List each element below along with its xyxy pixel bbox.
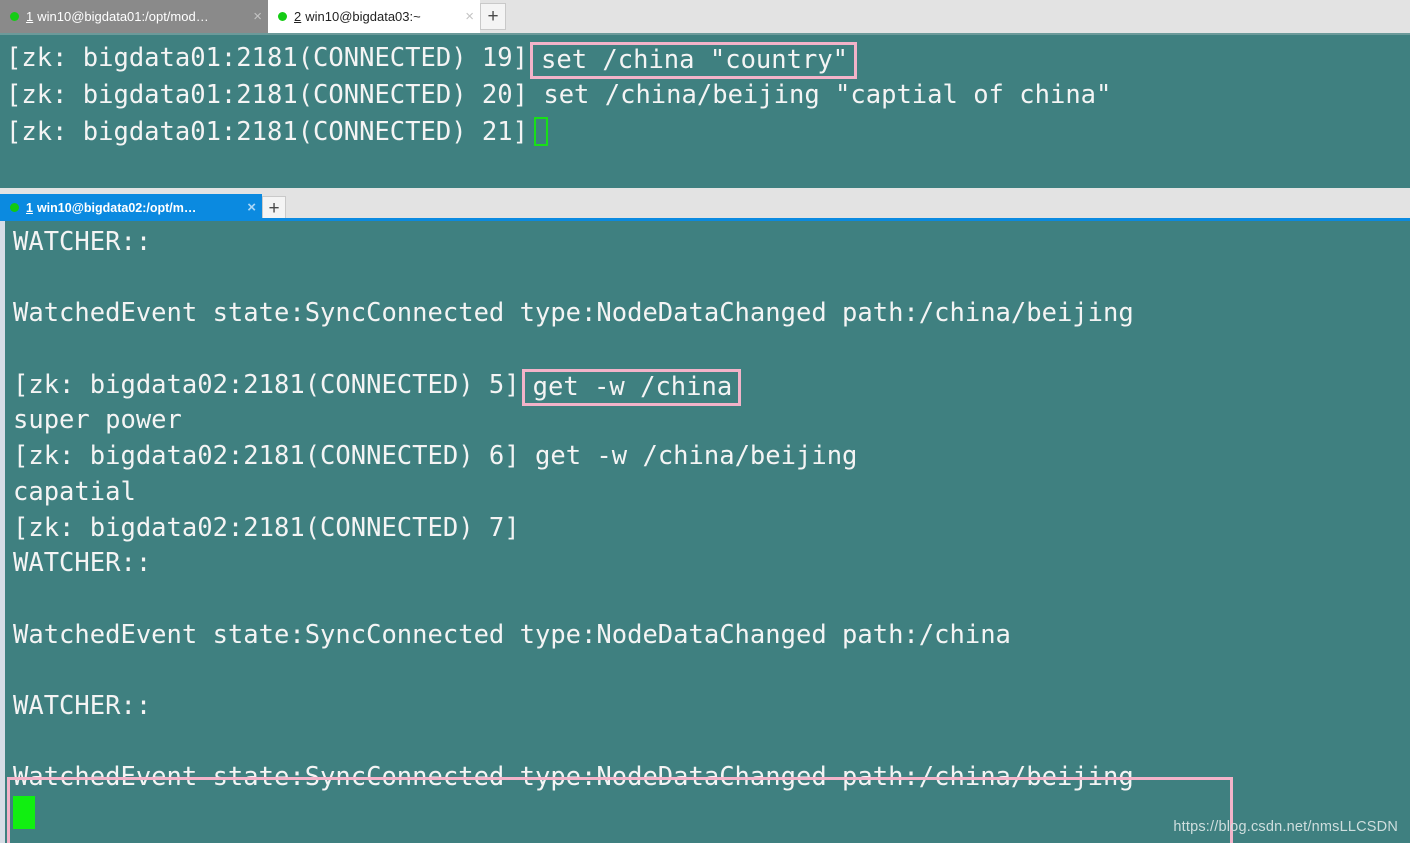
tab-status-dot-icon	[10, 12, 19, 21]
tab-status-dot-icon	[10, 203, 19, 212]
close-icon[interactable]: ×	[247, 200, 256, 215]
terminal-line: WatchedEvent state:SyncConnected type:No…	[13, 296, 1410, 332]
highlighted-command: set /china "country"	[529, 42, 858, 79]
new-tab-button[interactable]: +	[262, 196, 286, 220]
close-icon[interactable]: ×	[465, 9, 474, 24]
terminal-pane-bigdata01[interactable]: [zk: bigdata01:2181(CONNECTED) 19] set /c…	[0, 33, 1410, 188]
terminal-line: [zk: bigdata02:2181(CONNECTED) 5] get -w …	[13, 368, 1410, 406]
terminal-cursor	[13, 796, 35, 829]
watched-event-text: WatchedEvent state:SyncConnected type:No…	[13, 298, 1134, 329]
zk-prompt: [zk: bigdata02:2181(CONNECTED) 7]	[13, 512, 520, 543]
terminal-line: WATCHER::	[13, 225, 1410, 261]
tab-status-dot-icon	[278, 12, 287, 21]
tab-win10-bigdata01[interactable]: 1 win10@bigdata01:/opt/mod… ×	[0, 0, 268, 33]
tab-win10-bigdata02[interactable]: 1 win10@bigdata02:/opt/m… ×	[0, 194, 262, 221]
terminal-line: WATCHER::	[13, 689, 1410, 725]
highlighted-command: get -w /china	[521, 368, 742, 406]
tab-strip-filler	[286, 194, 1410, 221]
command-text: set /china/beijing "captial of china"	[543, 80, 1112, 110]
terminal-pane-bigdata02[interactable]: WATCHER:: WatchedEvent state:SyncConnect…	[0, 221, 1410, 843]
terminal-line: [zk: bigdata02:2181(CONNECTED) 7]	[13, 511, 1410, 547]
new-tab-button[interactable]: +	[480, 3, 506, 30]
watcher-label: WATCHER::	[13, 690, 152, 721]
zk-prompt: [zk: bigdata01:2181(CONNECTED) 20]	[6, 80, 528, 110]
bottom-tab-strip: 1 win10@bigdata02:/opt/m… × +	[0, 194, 1410, 221]
command-output: capatial	[13, 476, 136, 507]
terminal-line: [zk: bigdata01:2181(CONNECTED) 21]	[6, 114, 1410, 151]
zk-prompt: [zk: bigdata02:2181(CONNECTED) 6]	[13, 441, 520, 472]
terminal-line: WatchedEvent state:SyncConnected type:No…	[13, 760, 1410, 796]
watched-event-text: WatchedEvent state:SyncConnected type:No…	[13, 762, 1134, 793]
terminal-line: [zk: bigdata01:2181(CONNECTED) 19] set /c…	[6, 40, 1410, 79]
tab-index: 1	[26, 200, 33, 215]
terminal-window: 1 win10@bigdata01:/opt/mod… × 2 win10@bi…	[0, 0, 1410, 843]
terminal-cursor	[533, 117, 548, 146]
tab-win10-bigdata03[interactable]: 2 win10@bigdata03:~ ×	[268, 0, 480, 33]
watcher-label: WATCHER::	[13, 548, 152, 579]
zk-prompt: [zk: bigdata02:2181(CONNECTED) 5]	[13, 369, 520, 400]
watched-event-text: WatchedEvent state:SyncConnected type:No…	[13, 619, 1011, 650]
tab-label: win10@bigdata02:/opt/m…	[36, 200, 197, 215]
command-text	[528, 80, 543, 110]
terminal-line: [zk: bigdata02:2181(CONNECTED) 6] get -w…	[13, 439, 1410, 475]
terminal-line: capatial	[13, 475, 1410, 511]
tab-label: win10@bigdata01:/opt/mod…	[37, 9, 209, 24]
zk-prompt: [zk: bigdata01:2181(CONNECTED) 21]	[6, 117, 528, 147]
zk-prompt: [zk: bigdata01:2181(CONNECTED) 19]	[6, 43, 528, 73]
close-icon[interactable]: ×	[253, 9, 262, 24]
tab-index: 1	[26, 9, 34, 24]
terminal-line: super power	[13, 403, 1410, 439]
tab-label: win10@bigdata03:~	[305, 9, 421, 24]
tab-index: 2	[294, 9, 302, 24]
tab-strip-filler	[506, 0, 1410, 33]
top-tab-strip: 1 win10@bigdata01:/opt/mod… × 2 win10@bi…	[0, 0, 1410, 33]
command-space	[520, 441, 535, 471]
terminal-line: WATCHER::	[13, 546, 1410, 582]
watcher-label: WATCHER::	[13, 227, 152, 257]
watermark: https://blog.csdn.net/nmsLLCSDN	[1173, 819, 1398, 835]
terminal-line: WatchedEvent state:SyncConnected type:No…	[13, 618, 1410, 654]
command-text: get -w /china/beijing	[535, 441, 858, 472]
command-output: super power	[13, 405, 182, 436]
terminal-line: [zk: bigdata01:2181(CONNECTED) 20] set /…	[6, 77, 1410, 114]
